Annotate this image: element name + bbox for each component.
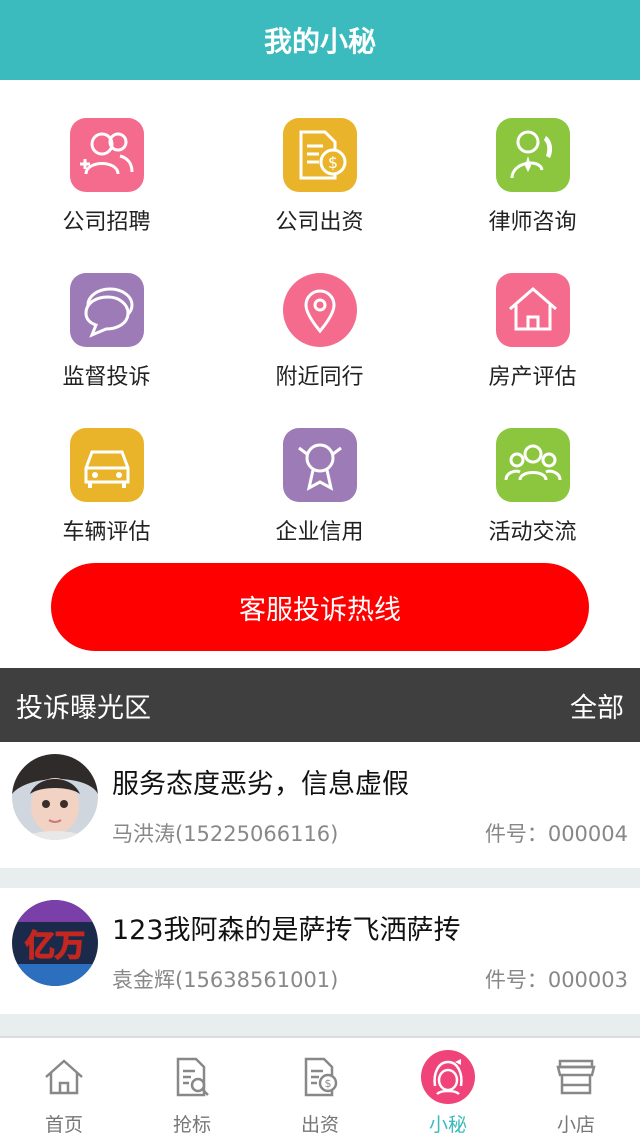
avatar: 亿万 bbox=[12, 900, 98, 986]
tab-label: 出资 bbox=[300, 1114, 339, 1136]
service-grid: 公司招聘 $ 公司出资 律师咨询 监督投诉 附近同行 房产评估 车辆评估 企业信… bbox=[0, 80, 640, 560]
grid-item-label: 附近同行 bbox=[275, 365, 364, 390]
avatar bbox=[12, 754, 98, 840]
people-add-icon bbox=[69, 118, 144, 192]
complaint-list: 服务态度恶劣，信息虚假 马洪涛(15225066116) 件号：000004 亿… bbox=[0, 742, 640, 1036]
group-icon bbox=[495, 428, 570, 502]
document-money-icon: $ bbox=[293, 1050, 347, 1104]
complaint-hotline-button[interactable]: 客服投诉热线 bbox=[51, 563, 589, 651]
document-money-icon: $ bbox=[282, 118, 357, 192]
car-icon bbox=[69, 428, 144, 502]
grid-item-label: 活动交流 bbox=[488, 520, 577, 545]
badge-ribbon-icon bbox=[282, 428, 357, 502]
grid-item-nearby-peers[interactable]: 附近同行 bbox=[213, 235, 426, 390]
document-search-icon bbox=[165, 1050, 219, 1104]
grid-item-label: 车辆评估 bbox=[62, 520, 151, 545]
tab-label: 抢标 bbox=[172, 1114, 211, 1136]
tab-secretary[interactable]: 小秘 bbox=[384, 1038, 512, 1136]
grid-item-activity-exchange[interactable]: 活动交流 bbox=[426, 390, 639, 545]
section-title: 投诉曝光区 bbox=[16, 692, 151, 724]
hotline-label: 客服投诉热线 bbox=[239, 594, 401, 626]
list-item[interactable]: 服务态度恶劣，信息虚假 马洪涛(15225066116) 件号：000004 bbox=[0, 742, 640, 868]
grid-item-company-recruitment[interactable]: 公司招聘 bbox=[0, 80, 213, 235]
lawyer-phone-icon bbox=[495, 118, 570, 192]
complaint-section-header: 投诉曝光区 全部 bbox=[0, 668, 640, 742]
tab-bid[interactable]: 抢标 bbox=[128, 1038, 256, 1136]
house-icon bbox=[495, 273, 570, 347]
app-root: 我的小秘 公司招聘 $ 公司出资 律师咨询 监督投诉 附近同行 房产评估 车辆评… bbox=[0, 0, 640, 1136]
grid-item-company-investment[interactable]: $ 公司出资 bbox=[213, 80, 426, 235]
view-all-link[interactable]: 全部 bbox=[570, 686, 624, 725]
grid-item-label: 房产评估 bbox=[488, 365, 577, 390]
tab-home[interactable]: 首页 bbox=[0, 1038, 128, 1136]
grid-item-vehicle-valuation[interactable]: 车辆评估 bbox=[0, 390, 213, 545]
complainant: 马洪涛(15225066116) bbox=[112, 822, 339, 846]
list-item[interactable]: 亿万 123我阿森的是萨抟飞洒萨抟 袁金辉(15638561001) 件号：00… bbox=[0, 888, 640, 1014]
grid-item-label: 公司出资 bbox=[275, 210, 364, 235]
avatar-brand-text: 亿万 bbox=[25, 929, 85, 964]
grid-item-lawyer-consult[interactable]: 律师咨询 bbox=[426, 80, 639, 235]
complainant: 袁金辉(15638561001) bbox=[112, 968, 339, 992]
case-number: 件号：000004 bbox=[484, 822, 628, 846]
grid-item-label: 监督投诉 bbox=[62, 365, 151, 390]
grid-item-label: 企业信用 bbox=[275, 520, 364, 545]
home-icon bbox=[37, 1050, 91, 1104]
complaint-title: 123我阿森的是萨抟飞洒萨抟 bbox=[112, 915, 461, 946]
tab-label: 首页 bbox=[44, 1114, 83, 1136]
bottom-tab-bar: 首页 抢标 $ 出资 小秘 小店 bbox=[0, 1036, 640, 1136]
grid-item-enterprise-credit[interactable]: 企业信用 bbox=[213, 390, 426, 545]
complaint-title: 服务态度恶劣，信息虚假 bbox=[112, 769, 409, 800]
tab-invest[interactable]: $ 出资 bbox=[256, 1038, 384, 1136]
grid-item-label: 律师咨询 bbox=[488, 210, 577, 235]
tab-label: 小秘 bbox=[428, 1114, 467, 1136]
app-header: 我的小秘 bbox=[0, 0, 640, 80]
svg-text:$: $ bbox=[325, 1077, 332, 1090]
chat-bubbles-icon bbox=[69, 273, 144, 347]
tab-shop[interactable]: 小店 bbox=[512, 1038, 640, 1136]
grid-item-label: 公司招聘 bbox=[62, 210, 151, 235]
girl-avatar-icon bbox=[421, 1050, 475, 1104]
svg-text:$: $ bbox=[327, 153, 337, 172]
page-title: 我的小秘 bbox=[263, 25, 376, 58]
shop-icon bbox=[549, 1050, 603, 1104]
tab-label: 小店 bbox=[556, 1114, 595, 1136]
grid-item-supervise-complaint[interactable]: 监督投诉 bbox=[0, 235, 213, 390]
grid-item-property-valuation[interactable]: 房产评估 bbox=[426, 235, 639, 390]
location-pin-icon bbox=[282, 273, 357, 347]
case-number: 件号：000003 bbox=[484, 968, 628, 992]
